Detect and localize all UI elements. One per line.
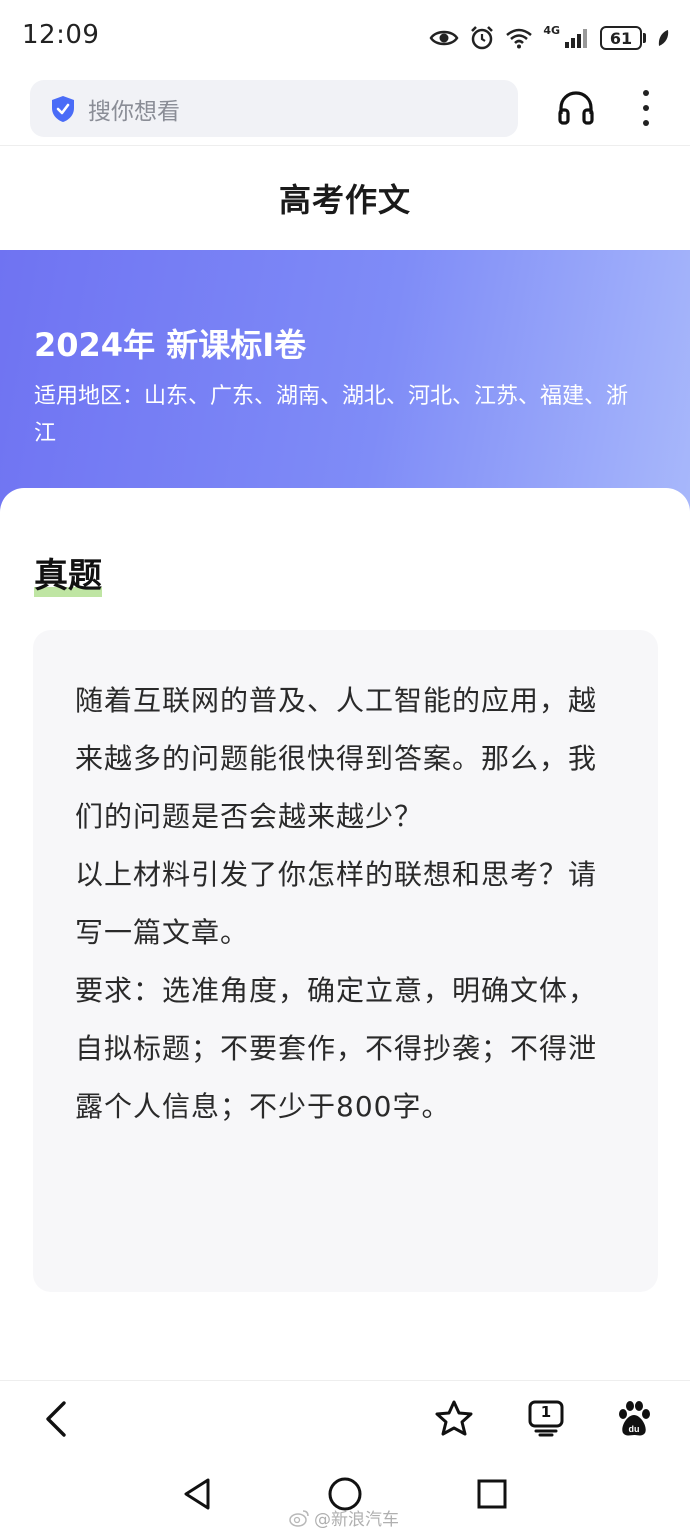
page-title-bar: 高考作文: [0, 146, 690, 250]
star-icon[interactable]: [434, 1399, 474, 1439]
browser-toolbar: 1 du: [0, 1380, 690, 1458]
back-triangle-icon[interactable]: [180, 1476, 216, 1512]
recents-square-icon[interactable]: [474, 1476, 510, 1512]
watermark-text: @新浪汽车: [314, 1510, 399, 1530]
eye-icon: [429, 30, 459, 46]
battery-icon: 61: [600, 26, 646, 50]
search-row: 搜你想看: [0, 76, 690, 146]
alarm-icon: [471, 26, 494, 50]
question-text: 随着互联网的普及、人工智能的应用，越来越多的问题能很快得到答案。那么，我们的问题…: [75, 672, 618, 1136]
question-paragraph: 随着互联网的普及、人工智能的应用，越来越多的问题能很快得到答案。那么，我们的问题…: [75, 684, 598, 833]
tab-count: 1: [540, 1403, 552, 1421]
back-arrow-icon[interactable]: [38, 1399, 78, 1439]
question-paragraph: 以上材料引发了你怎样的联想和思考？请写一篇文章。: [75, 858, 598, 949]
search-placeholder: 搜你想看: [88, 98, 180, 125]
headphones-icon[interactable]: [556, 88, 596, 128]
baidu-paw-icon[interactable]: du: [614, 1399, 654, 1439]
shield-icon: [52, 95, 74, 122]
page-title: 高考作文: [278, 181, 411, 219]
wifi-icon: [506, 28, 533, 49]
status-bar: 12:09 4G 61: [0, 0, 690, 76]
content-card: 真题 随着互联网的普及、人工智能的应用，越来越多的问题能很快得到答案。那么，我们…: [0, 488, 690, 1380]
tabs-button[interactable]: 1: [526, 1399, 566, 1439]
svg-text:du: du: [629, 1424, 640, 1434]
status-time: 12:09: [22, 20, 100, 50]
section-title: 真题: [34, 548, 102, 597]
question-paragraph: 要求：选准角度，确定立意，明确文体，自拟标题；不要套作，不得抄袭；不得泄露个人信…: [75, 974, 598, 1123]
exam-regions: 适用地区：山东、广东、湖南、湖北、河北、江苏、福建、浙江: [34, 384, 629, 446]
section-title-wrap: 真题: [34, 548, 102, 597]
more-vertical-icon[interactable]: [628, 86, 664, 130]
weibo-icon: [289, 1509, 309, 1527]
search-input[interactable]: 搜你想看: [30, 80, 518, 137]
signal-icon: [565, 29, 587, 48]
network-type: 4G: [543, 23, 560, 37]
battery-level: 61: [600, 26, 642, 50]
exam-heading: 2024年 新课标I卷: [34, 326, 307, 364]
question-box: 随着互联网的普及、人工智能的应用，越来越多的问题能很快得到答案。那么，我们的问题…: [33, 630, 658, 1292]
watermark: @新浪汽车: [288, 1505, 399, 1530]
status-icons: 4G 61: [429, 22, 670, 54]
leaf-icon: [658, 30, 669, 46]
